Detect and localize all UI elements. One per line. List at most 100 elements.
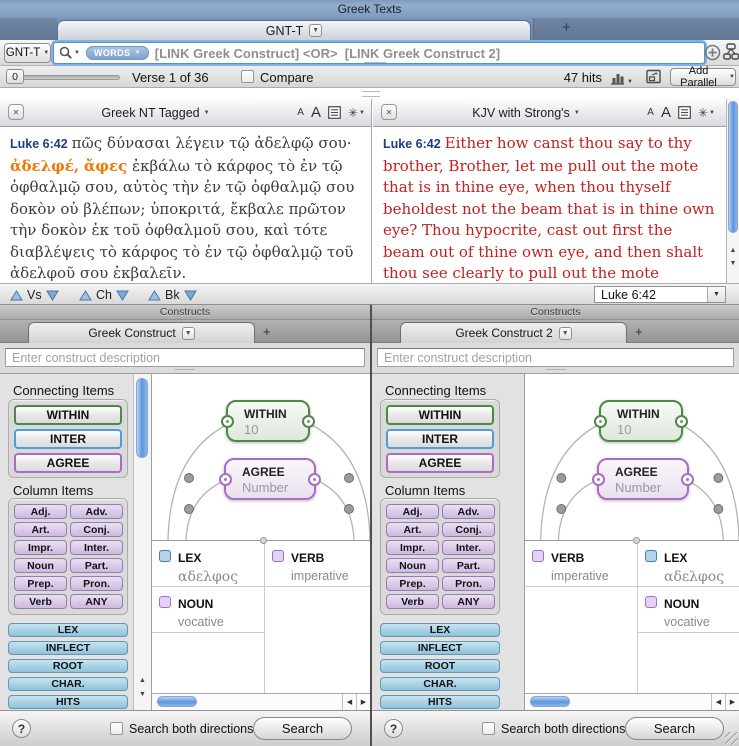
pos-adv-button[interactable]: Adv.: [442, 504, 495, 519]
agree-palette-button[interactable]: AGREE: [14, 453, 122, 473]
agree-palette-button[interactable]: AGREE: [386, 453, 494, 473]
increase-font-button[interactable]: A: [311, 104, 321, 121]
scroll-down-arrow[interactable]: ▼: [134, 691, 151, 698]
close-pane-button[interactable]: ✕: [381, 104, 397, 120]
pos-adj-button[interactable]: Adj.: [386, 504, 439, 519]
display-settings-icon[interactable]: [678, 106, 691, 119]
construct-column-2[interactable]: VERB imperative: [264, 541, 370, 693]
scroll-left-arrow[interactable]: ◀: [342, 694, 356, 710]
root-palette-button[interactable]: ROOT: [380, 659, 500, 673]
new-tab-button[interactable]: +: [562, 19, 571, 36]
search-button[interactable]: Search: [253, 717, 352, 740]
inflect-palette-button[interactable]: INFLECT: [380, 641, 500, 655]
construct-description-input[interactable]: [5, 348, 365, 367]
scroll-right-arrow[interactable]: ▶: [725, 694, 739, 710]
element-checkbox[interactable]: [159, 550, 171, 562]
book-up-button[interactable]: [148, 290, 161, 301]
construct-cell-lex[interactable]: LEX αδελφος: [638, 541, 739, 587]
scroll-down-arrow[interactable]: ▼: [727, 260, 739, 267]
pos-prep-button[interactable]: Prep.: [386, 576, 439, 591]
column-divider-knob[interactable]: [260, 537, 267, 544]
construct-cell-lex[interactable]: LEX αδελφος: [152, 541, 264, 587]
agree-node[interactable]: AGREE Number: [224, 458, 316, 500]
hits-palette-button[interactable]: HITS: [380, 695, 500, 709]
construct-cell-noun[interactable]: NOUN vocative: [638, 587, 739, 633]
node-connector[interactable]: [221, 415, 234, 428]
pos-art-button[interactable]: Art.: [386, 522, 439, 537]
link-construct-icon[interactable]: [723, 43, 739, 62]
within-node[interactable]: WITHIN 10: [599, 400, 683, 442]
element-checkbox[interactable]: [532, 550, 544, 562]
help-button[interactable]: ?: [12, 719, 31, 738]
pos-impr-button[interactable]: Impr.: [386, 540, 439, 555]
window-resize-grip[interactable]: [725, 732, 738, 745]
chapter-up-button[interactable]: [79, 290, 92, 301]
search-mode-pill[interactable]: WORDS▼: [86, 46, 149, 60]
char-palette-button[interactable]: CHAR.: [8, 677, 128, 691]
pos-impr-button[interactable]: Impr.: [14, 540, 67, 555]
search-range-button[interactable]: GNT-T▼: [4, 43, 51, 63]
pos-adv-button[interactable]: Adv.: [70, 504, 123, 519]
search-hit[interactable]: ἀδελφέ,: [10, 157, 79, 175]
pane-title-menu[interactable]: KJV with Strong's▼: [403, 99, 649, 126]
close-pane-button[interactable]: ✕: [8, 104, 24, 120]
details-view-button[interactable]: [646, 69, 663, 85]
gear-icon[interactable]: ✳▼: [698, 106, 715, 120]
construct-column-1[interactable]: VERB imperative: [525, 541, 637, 693]
within-node[interactable]: WITHIN 10: [226, 400, 310, 442]
verse-reference[interactable]: Luke 6:42: [383, 137, 441, 151]
verse-reference-combo[interactable]: Luke 6:42 ▼: [594, 286, 726, 303]
scroll-up-arrow[interactable]: ▲: [727, 247, 739, 254]
combo-dropdown-button[interactable]: ▼: [707, 287, 725, 302]
verse-slider-thumb[interactable]: 0: [6, 69, 24, 84]
within-palette-button[interactable]: WITHIN: [386, 405, 494, 425]
verse-down-button[interactable]: [46, 290, 59, 301]
canvas-hscrollbar[interactable]: ◀ ▶: [152, 693, 370, 710]
pos-pron-button[interactable]: Pron.: [70, 576, 123, 591]
search-both-directions-checkbox[interactable]: [110, 722, 123, 735]
inter-palette-button[interactable]: INTER: [386, 429, 494, 449]
add-parallel-button[interactable]: Add Parallel▼: [670, 68, 736, 86]
scrollbar-thumb[interactable]: [157, 696, 197, 707]
help-button[interactable]: ?: [384, 719, 403, 738]
node-connector[interactable]: [675, 415, 688, 428]
root-palette-button[interactable]: ROOT: [8, 659, 128, 673]
lex-palette-button[interactable]: LEX: [8, 623, 128, 637]
pos-conj-button[interactable]: Conj.: [70, 522, 123, 537]
construct-column-2[interactable]: LEX αδελφος NOUN vocative: [637, 541, 739, 693]
pos-inter-button[interactable]: Inter.: [70, 540, 123, 555]
node-connector[interactable]: [219, 473, 232, 486]
node-connector[interactable]: [302, 415, 315, 428]
pane-title-menu[interactable]: Greek NT Tagged▼: [30, 99, 281, 126]
pos-prep-button[interactable]: Prep.: [14, 576, 67, 591]
pos-noun-button[interactable]: Noun: [386, 558, 439, 573]
tab-dropdown-icon[interactable]: ▼: [559, 327, 572, 340]
search-input[interactable]: ▼ WORDS▼ [LINK Greek Construct] <OR> [LI…: [53, 42, 705, 64]
construct-column-1[interactable]: LEX αδελφος NOUN vocative: [152, 541, 264, 693]
verse-reference[interactable]: Luke 6:42: [10, 137, 68, 151]
pos-noun-button[interactable]: Noun: [14, 558, 67, 573]
inter-palette-button[interactable]: INTER: [14, 429, 122, 449]
pane-scrollbar[interactable]: ▲ ▼: [726, 99, 739, 283]
analysis-chart-button[interactable]: ▼: [610, 69, 634, 85]
scroll-right-arrow[interactable]: ▶: [356, 694, 370, 710]
column-divider-knob[interactable]: [633, 537, 640, 544]
scroll-up-arrow[interactable]: ▲: [134, 677, 151, 684]
char-palette-button[interactable]: CHAR.: [380, 677, 500, 691]
lex-palette-button[interactable]: LEX: [380, 623, 500, 637]
pos-inter-button[interactable]: Inter.: [442, 540, 495, 555]
inflect-palette-button[interactable]: INFLECT: [8, 641, 128, 655]
display-settings-icon[interactable]: [328, 106, 341, 119]
pos-verb-button[interactable]: Verb: [14, 594, 67, 609]
palette-scrollbar[interactable]: ▲ ▼: [133, 374, 151, 710]
node-connector[interactable]: [594, 415, 607, 428]
decrease-font-button[interactable]: A: [647, 107, 654, 118]
verse-up-button[interactable]: [10, 290, 23, 301]
tab-greek-construct-2[interactable]: Greek Construct 2 ▼: [400, 322, 627, 343]
tab-greek-construct[interactable]: Greek Construct ▼: [28, 322, 255, 343]
construct-cell-verb[interactable]: VERB imperative: [265, 541, 370, 587]
within-palette-button[interactable]: WITHIN: [14, 405, 122, 425]
element-checkbox[interactable]: [645, 550, 657, 562]
element-checkbox[interactable]: [272, 550, 284, 562]
pane-divider[interactable]: [371, 99, 372, 283]
